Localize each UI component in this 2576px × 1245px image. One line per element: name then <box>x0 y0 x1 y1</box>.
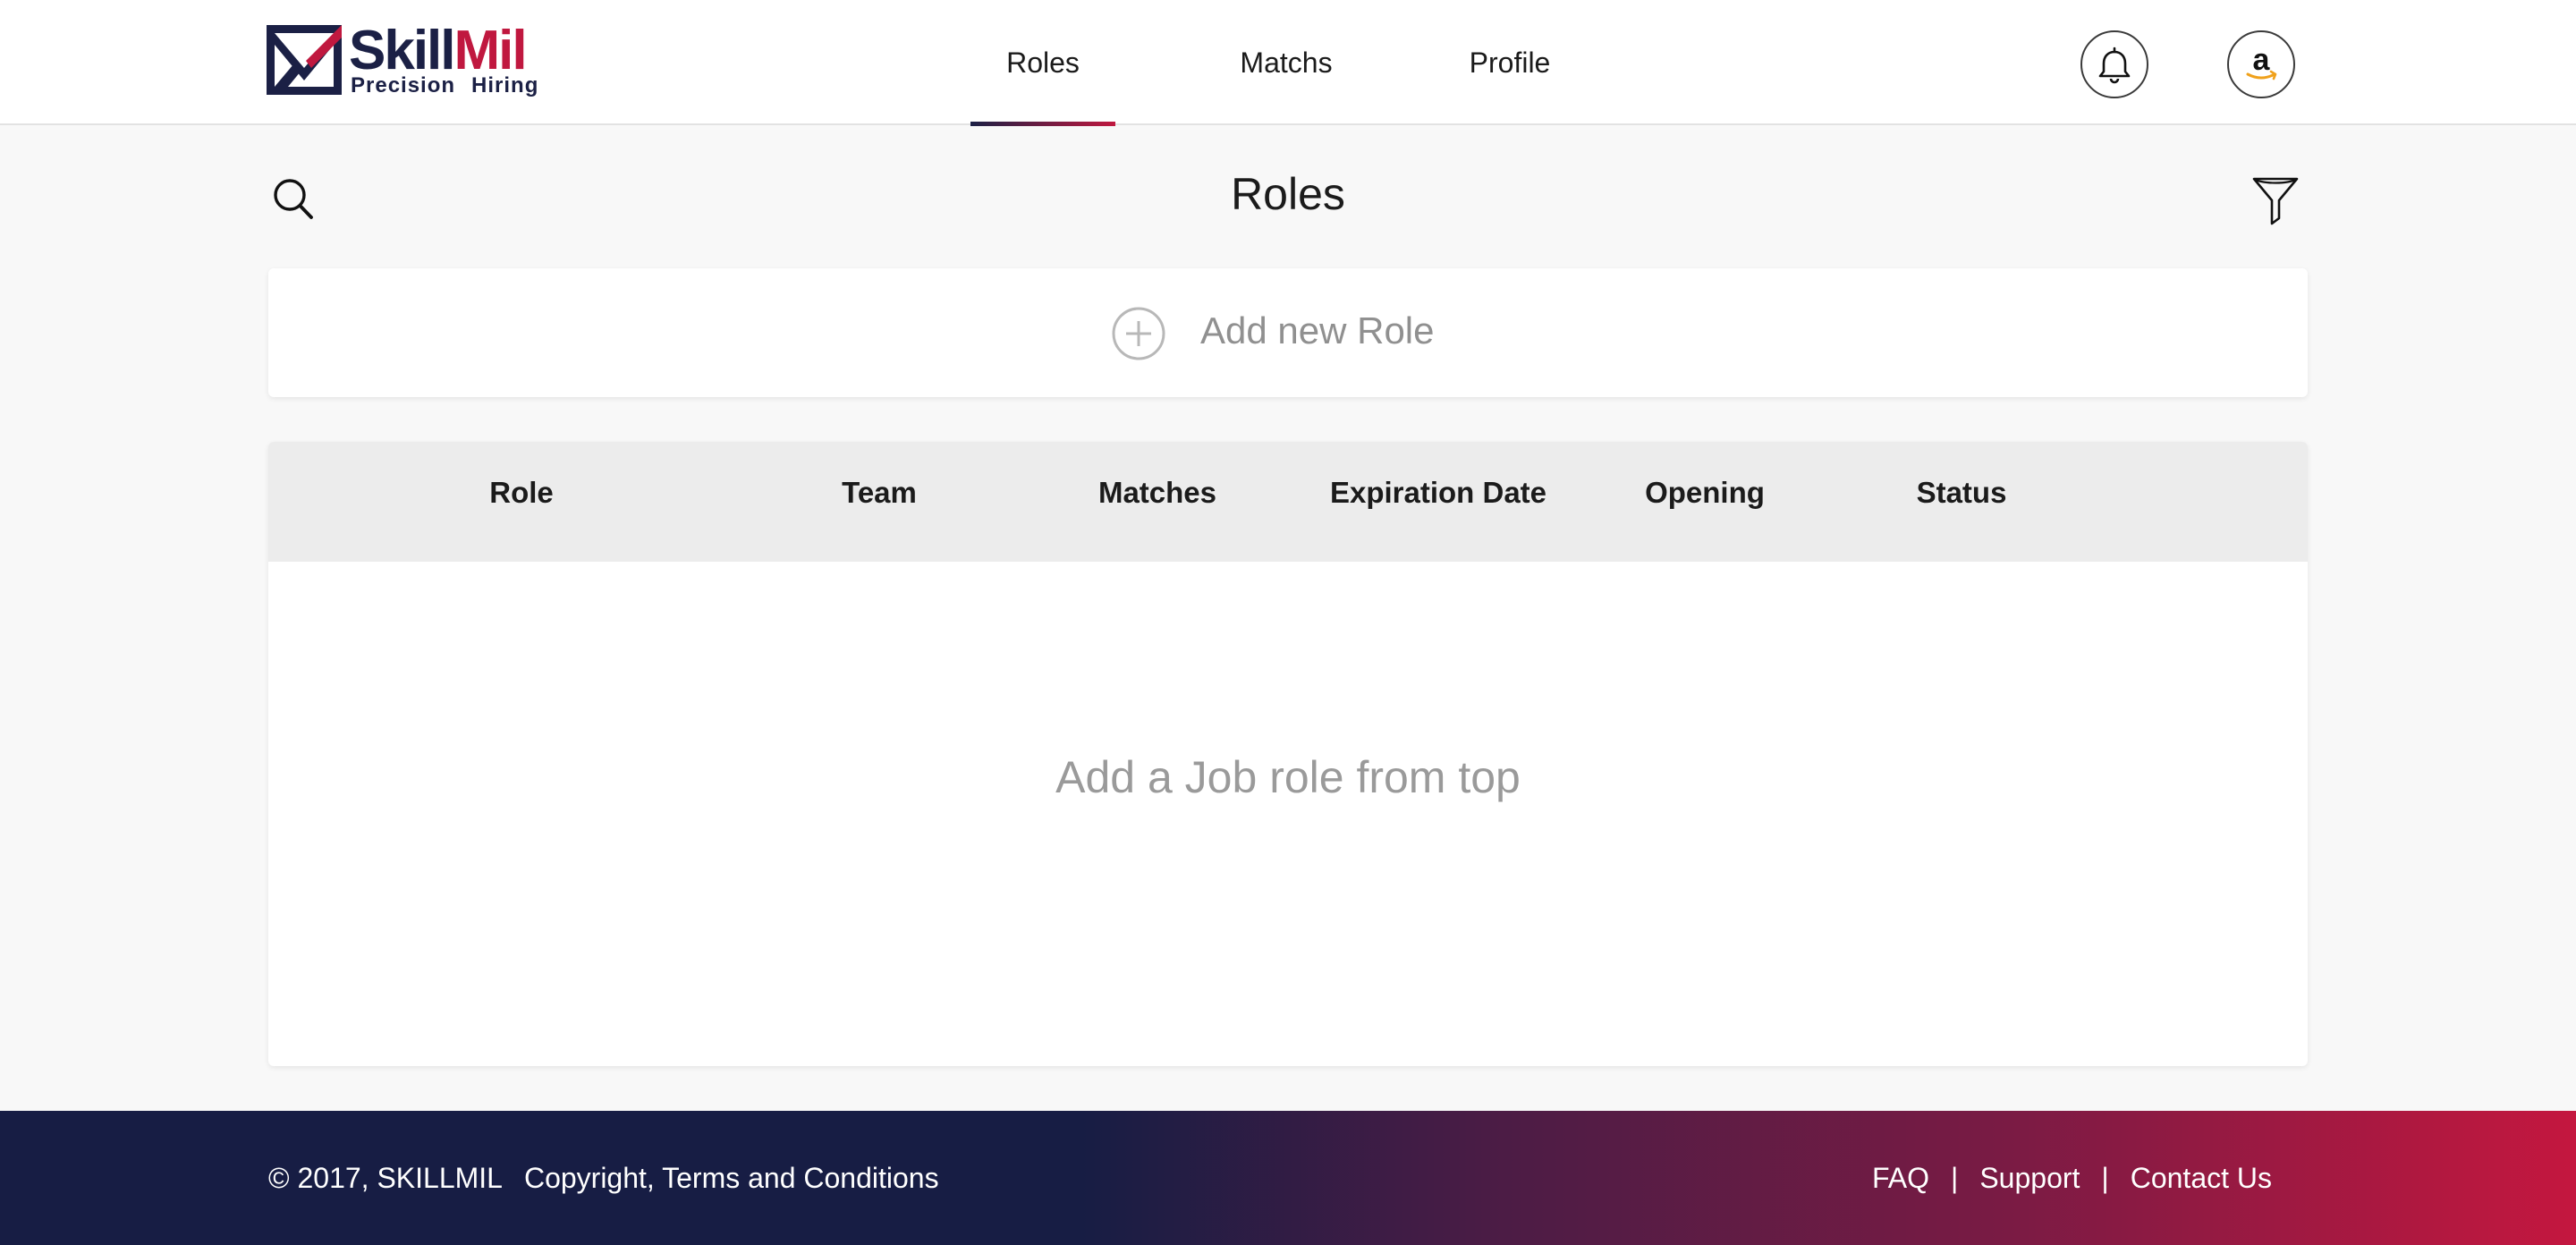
footer-copyright: © 2017, SKILLMIL <box>268 1162 503 1194</box>
page-title: Roles <box>1231 169 1345 219</box>
roles-table: Role Team Matches Expiration Date Openin… <box>268 442 2308 1066</box>
footer-link-faq[interactable]: FAQ <box>1872 1162 1929 1194</box>
tab-matchs[interactable]: Matchs <box>1225 0 1347 125</box>
bell-icon <box>2098 47 2131 84</box>
column-header-role[interactable]: Role <box>489 442 554 562</box>
footer-copyright-group: © 2017, SKILLMIL Copyright, Terms and Con… <box>268 1111 939 1245</box>
column-header-team[interactable]: Team <box>842 442 917 562</box>
column-header-status[interactable]: Status <box>1917 442 2007 562</box>
svg-text:a: a <box>2253 43 2271 77</box>
account-avatar-button[interactable]: a <box>2227 30 2295 98</box>
skillmil-logo-mark-icon <box>267 25 342 95</box>
brand-name-part2: Mil <box>453 20 528 81</box>
brand-logo[interactable]: SkillMil Precision Hiring <box>267 20 538 100</box>
notification-button[interactable] <box>2080 30 2148 98</box>
footer-link-contact-us[interactable]: Contact Us <box>2131 1162 2272 1194</box>
column-header-expiration-date[interactable]: Expiration Date <box>1330 442 1546 562</box>
brand-tagline-1: Precision <box>351 73 456 97</box>
page-footer: © 2017, SKILLMIL Copyright, Terms and Con… <box>0 1111 2576 1245</box>
brand-name-part1: Skill <box>349 20 456 81</box>
brand-tagline: Precision Hiring <box>351 73 538 98</box>
footer-terms-link[interactable]: Copyright, Terms and Conditions <box>524 1162 939 1194</box>
column-header-opening[interactable]: Opening <box>1645 442 1765 562</box>
empty-state-message: Add a Job role from top <box>1055 752 1521 802</box>
footer-separator: | <box>1951 1162 1959 1194</box>
top-header: SkillMil Precision Hiring Roles Matchs Pr… <box>0 0 2576 126</box>
column-header-matches[interactable]: Matches <box>1098 442 1216 562</box>
filter-icon <box>2252 177 2299 225</box>
footer-link-support[interactable]: Support <box>1979 1162 2080 1194</box>
filter-button[interactable] <box>2252 175 2299 230</box>
add-role-label: Add new Role <box>1200 309 1435 351</box>
plus-circle-icon <box>1112 307 1165 360</box>
tab-profile[interactable]: Profile <box>1458 0 1562 125</box>
brand-tagline-2: Hiring <box>471 73 539 97</box>
amazon-logo-avatar-icon: a <box>2246 43 2277 80</box>
footer-separator: | <box>2101 1162 2109 1194</box>
add-role-button[interactable]: Add new Role <box>268 268 2308 397</box>
footer-links: FAQ | Support | Contact Us <box>1872 1111 2272 1245</box>
table-header: Role Team Matches Expiration Date Openin… <box>268 442 2308 562</box>
tab-roles[interactable]: Roles <box>970 0 1115 126</box>
